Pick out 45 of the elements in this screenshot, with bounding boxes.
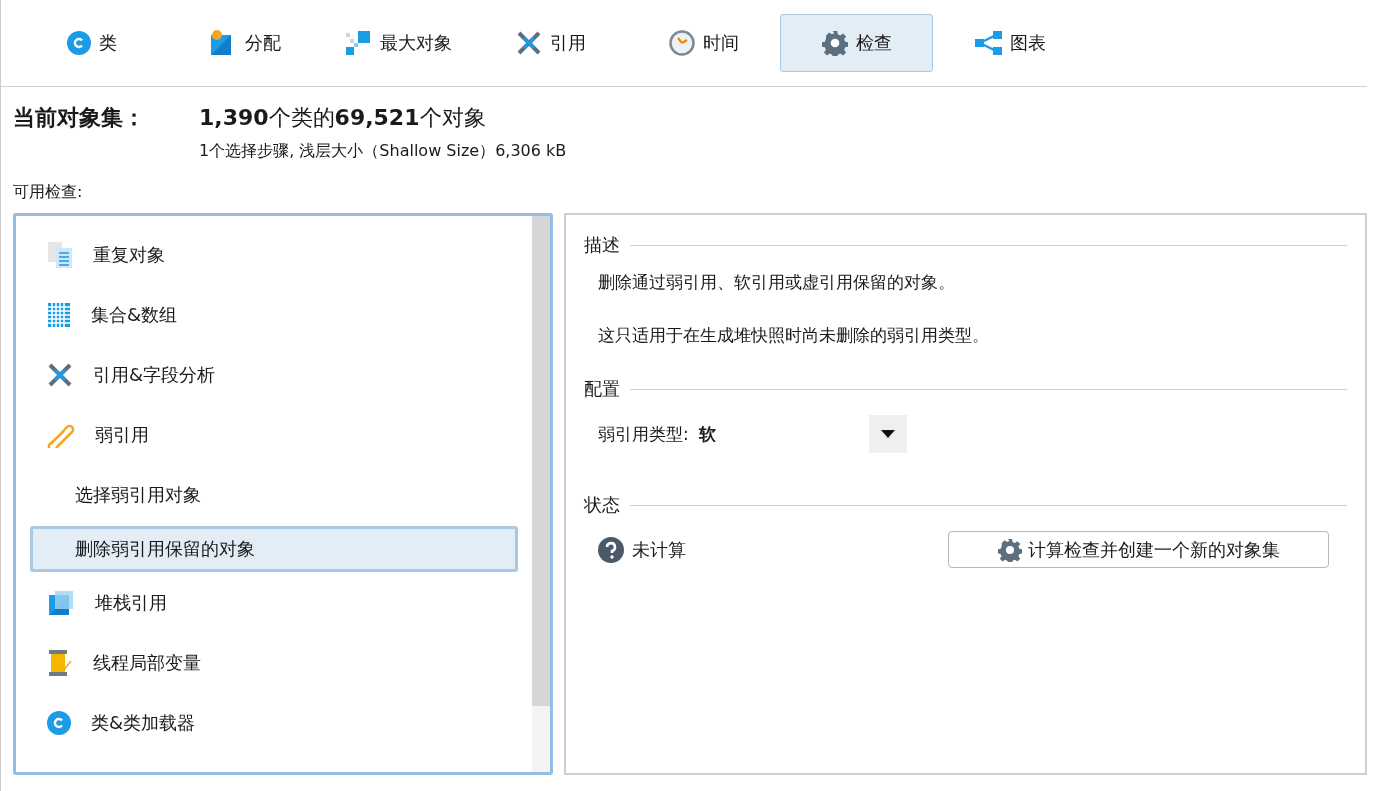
class-icon xyxy=(47,711,71,735)
calculate-button[interactable]: 计算检查并创建一个新的对象集 xyxy=(948,531,1329,568)
tab[interactable]: 图表 xyxy=(933,14,1086,72)
check-item[interactable]: 重复对象 xyxy=(30,232,518,278)
grid-icon xyxy=(47,302,71,328)
object-set-label: 当前对象集： xyxy=(13,104,146,132)
gear-icon xyxy=(821,30,848,56)
check-item[interactable]: 选择弱引用对象 xyxy=(30,472,518,518)
check-item[interactable]: 线程局部变量 xyxy=(30,640,518,686)
check-item[interactable]: 引用&字段分析 xyxy=(30,352,518,398)
checks-label: 可用检查: xyxy=(13,182,84,203)
clock-icon xyxy=(668,30,695,56)
tab[interactable]: 时间 xyxy=(627,14,780,72)
field-label: 弱引用类型: xyxy=(598,422,689,446)
field-value: 软 xyxy=(698,422,717,446)
gear-icon xyxy=(997,537,1022,562)
check-item[interactable]: 堆栈引用 xyxy=(30,580,518,626)
object-set-detail: 1个选择步骤, 浅层大小（Shallow Size）6,306 kB xyxy=(199,141,568,162)
section-title: 描述 xyxy=(584,233,620,257)
tab[interactable]: 最大对象 xyxy=(321,14,474,72)
help-icon xyxy=(598,536,624,563)
check-item[interactable]: 类&类加载器 xyxy=(30,700,518,746)
class-icon xyxy=(66,31,91,55)
tab[interactable]: 引用 xyxy=(474,14,627,72)
description-text: 删除通过弱引用、软引用或虚引用保留的对象。 xyxy=(598,271,956,294)
tab[interactable]: 类 xyxy=(15,14,168,72)
section-title: 状态 xyxy=(584,493,620,517)
scrollbar[interactable] xyxy=(532,216,550,772)
check-item[interactable]: 集合&数组 xyxy=(30,292,518,338)
check-item[interactable]: 删除弱引用保留的对象 xyxy=(30,526,518,572)
dropdown-button[interactable] xyxy=(868,415,907,453)
caret-icon xyxy=(880,430,895,438)
blocks-icon xyxy=(343,29,372,57)
paperclip-icon xyxy=(47,422,75,448)
check-item[interactable]: 弱引用 xyxy=(30,412,518,458)
documents-icon xyxy=(47,241,73,269)
graph-icon xyxy=(973,31,1002,55)
stacked-squares-icon xyxy=(47,589,75,617)
status-text: 未计算 xyxy=(632,537,686,562)
section-title: 配置 xyxy=(584,377,620,401)
tab[interactable]: 分配 xyxy=(168,14,321,72)
description-text: 这只适用于在生成堆快照时尚未删除的弱引用类型。 xyxy=(598,324,990,347)
tab[interactable]: 检查 xyxy=(780,14,933,72)
object-set-summary: 1,390个类的69,521个对象 xyxy=(199,104,487,132)
spool-icon xyxy=(47,649,73,677)
